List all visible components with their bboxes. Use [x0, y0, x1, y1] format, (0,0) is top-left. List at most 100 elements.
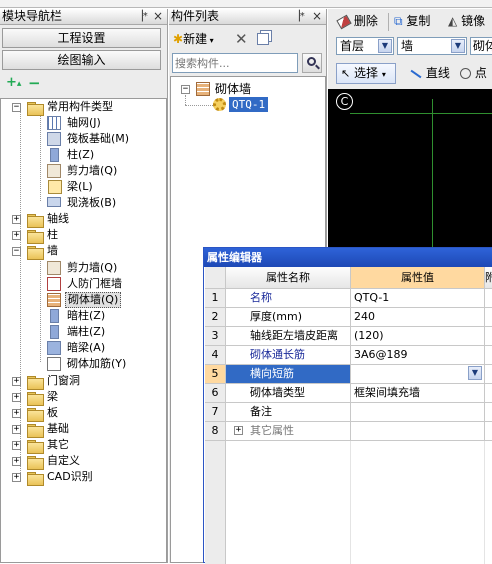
delete-button[interactable]: 删除	[336, 11, 378, 31]
collapse-masonry-icon[interactable]: −	[181, 85, 190, 94]
expand-other-props-icon[interactable]: +	[234, 426, 243, 435]
prop-value[interactable]: 框架间填充墙	[351, 384, 485, 403]
prop-name[interactable]: 砌体墙类型	[226, 384, 351, 403]
prop-extra[interactable]	[485, 289, 492, 308]
expand-cad-icon[interactable]: +	[12, 473, 21, 482]
tree-node-custom[interactable]: 自定义	[47, 453, 80, 469]
masonry-wall-icon	[47, 293, 61, 307]
prop-name[interactable]: 砌体通长筋	[226, 346, 351, 365]
prop-extra[interactable]	[485, 308, 492, 327]
mirror-button[interactable]: ◭ 镜像	[448, 11, 485, 31]
prop-extra[interactable]	[485, 403, 492, 422]
folder-icon	[27, 424, 44, 438]
point-button[interactable]: 点	[460, 63, 487, 83]
search-field[interactable]	[173, 54, 293, 72]
expand-custom-icon[interactable]: +	[12, 457, 21, 466]
expand-beam-icon[interactable]: +	[12, 393, 21, 402]
delete-component-icon[interactable]: ✕	[235, 29, 248, 49]
prop-name[interactable]: 厚度(mm)	[226, 308, 351, 327]
type-select[interactable]: 墙 ▼	[397, 37, 467, 55]
prop-extra[interactable]	[485, 327, 492, 346]
tree-node-slab[interactable]: 现浇板(B)	[67, 195, 116, 211]
pin-icon[interactable]: ▕*	[135, 9, 148, 24]
subtype-select[interactable]: 砌体	[470, 37, 492, 55]
prop-name[interactable]: 名称	[226, 289, 351, 308]
prop-extra[interactable]	[485, 365, 492, 384]
prop-value[interactable]: 240	[351, 308, 485, 327]
tree-node-raft-foundation[interactable]: 筏板基础(M)	[67, 131, 129, 147]
tree-node-wall[interactable]: 墙	[47, 243, 58, 259]
tree-node-end-column[interactable]: 端柱(Z)	[67, 324, 105, 340]
tree-node-axis-grid[interactable]: 轴网(J)	[67, 115, 101, 131]
prop-value[interactable]	[351, 422, 485, 441]
line-label: 直线	[425, 66, 450, 80]
expand-slab-icon[interactable]: +	[12, 409, 21, 418]
prop-extra[interactable]	[485, 384, 492, 403]
tree-node-masonry-root[interactable]: 砌体墙	[215, 81, 251, 97]
expand-door-window-icon[interactable]: +	[12, 377, 21, 386]
drawing-canvas[interactable]: C	[328, 89, 492, 251]
expand-axis-icon[interactable]: +	[12, 215, 21, 224]
prop-name[interactable]: 轴线距左墙皮距离	[226, 327, 351, 346]
expand-all-icon[interactable]: +▴	[6, 76, 24, 91]
property-editor-title-bar[interactable]: 属性编辑器	[204, 248, 492, 267]
tree-node-qtq1[interactable]: QTQ-1	[229, 97, 269, 112]
tree-node-common[interactable]: 常用构件类型	[47, 99, 113, 115]
tree-node-foundation[interactable]: 基础	[47, 421, 69, 437]
prop-name-group[interactable]: + 其它属性	[226, 422, 351, 441]
prop-name[interactable]: 备注	[226, 403, 351, 422]
tree-node-axis[interactable]: 轴线	[47, 211, 69, 227]
prop-value[interactable]: QTQ-1	[351, 289, 485, 308]
prop-value[interactable]: (120)	[351, 327, 485, 346]
tree-node-column-group[interactable]: 柱	[47, 227, 58, 243]
tree-node-beam[interactable]: 梁(L)	[67, 179, 93, 195]
expand-other-icon[interactable]: +	[12, 441, 21, 450]
tree-node-masonry-wall[interactable]: 砌体墙(Q)	[65, 292, 122, 308]
tree-node-slab-group[interactable]: 板	[47, 405, 58, 421]
tree-node-door-window[interactable]: 门窗洞	[47, 373, 80, 389]
tree-node-hidden-beam[interactable]: 暗梁(A)	[67, 340, 105, 356]
copy-button[interactable]: ⧉ 复制	[394, 11, 430, 31]
prop-extra[interactable]	[485, 422, 492, 441]
floor-select[interactable]: 首层 ▼	[336, 37, 394, 55]
prop-value-editing[interactable]: ▼	[351, 365, 485, 384]
tree-node-masonry-rebar[interactable]: 砌体加筋(Y)	[67, 356, 126, 372]
close-icon[interactable]: ×	[153, 9, 163, 24]
copy-component-icon[interactable]	[257, 33, 269, 45]
expand-column-icon[interactable]: +	[12, 231, 21, 240]
prop-value[interactable]: 3A6@189	[351, 346, 485, 365]
line-button[interactable]: 直线	[410, 63, 450, 83]
new-component-button[interactable]: ✱新建 ▾	[173, 29, 214, 49]
tree-node-column[interactable]: 柱(Z)	[67, 147, 94, 163]
col-header-value[interactable]: 属性值	[351, 267, 485, 289]
col-header-extra[interactable]: 附	[485, 267, 492, 289]
collapse-wall-icon[interactable]: −	[12, 247, 21, 256]
tree-node-shear-wall-2[interactable]: 剪力墙(Q)	[67, 260, 117, 276]
tree-node-shear-wall[interactable]: 剪力墙(Q)	[67, 163, 117, 179]
prop-value[interactable]	[351, 403, 485, 422]
pin-icon[interactable]: ▕*	[292, 9, 305, 24]
new-star-icon: ✱	[173, 32, 184, 46]
raft-foundation-icon	[47, 132, 61, 146]
expand-foundation-icon[interactable]: +	[12, 425, 21, 434]
grid-header-corner	[205, 267, 226, 289]
chevron-down-icon[interactable]: ▼	[468, 366, 482, 380]
grid-empty-area	[205, 441, 226, 564]
search-button[interactable]	[302, 53, 322, 73]
collapse-all-icon[interactable]: −	[28, 76, 46, 91]
tree-node-beam-group[interactable]: 梁	[47, 389, 58, 405]
tree-node-civil-defense-door-wall[interactable]: 人防门框墙	[67, 276, 122, 292]
tree-node-hidden-column[interactable]: 暗柱(Z)	[67, 308, 105, 324]
tree-node-cad[interactable]: CAD识别	[47, 469, 93, 485]
search-input[interactable]	[172, 53, 298, 73]
col-header-name[interactable]: 属性名称	[226, 267, 351, 289]
prop-extra[interactable]	[485, 346, 492, 365]
component-list-title: 构件列表	[171, 9, 220, 23]
drawing-input-button[interactable]: 绘图输入	[2, 50, 161, 70]
close-icon[interactable]: ×	[312, 9, 322, 24]
collapse-common-icon[interactable]: −	[12, 103, 21, 112]
engineering-settings-button[interactable]: 工程设置	[2, 28, 161, 48]
tree-node-other[interactable]: 其它	[47, 437, 69, 453]
select-button[interactable]: ↖ 选择 ▾	[336, 63, 396, 84]
prop-name-selected[interactable]: 横向短筋	[226, 365, 351, 384]
